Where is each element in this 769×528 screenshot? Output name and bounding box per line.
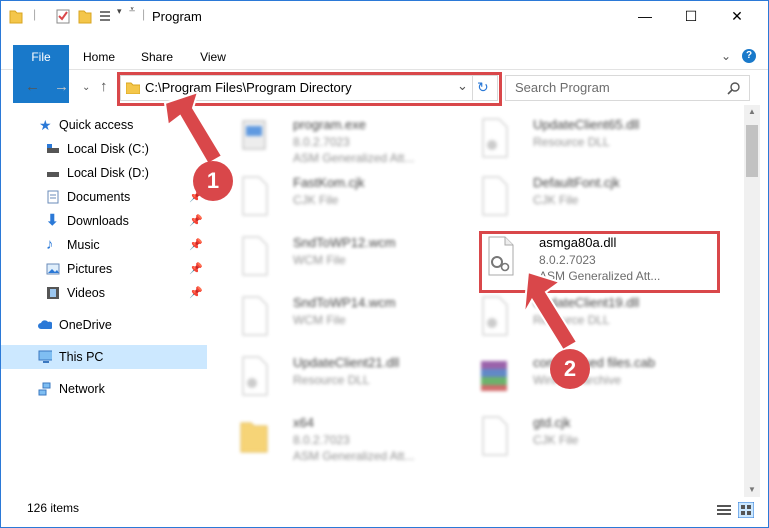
step-1-badge: 1 (193, 161, 233, 201)
arrow-1 (163, 90, 224, 166)
step-2-badge: 2 (550, 349, 590, 389)
arrow-2 (523, 270, 579, 352)
annotation-arrows (163, 90, 579, 352)
